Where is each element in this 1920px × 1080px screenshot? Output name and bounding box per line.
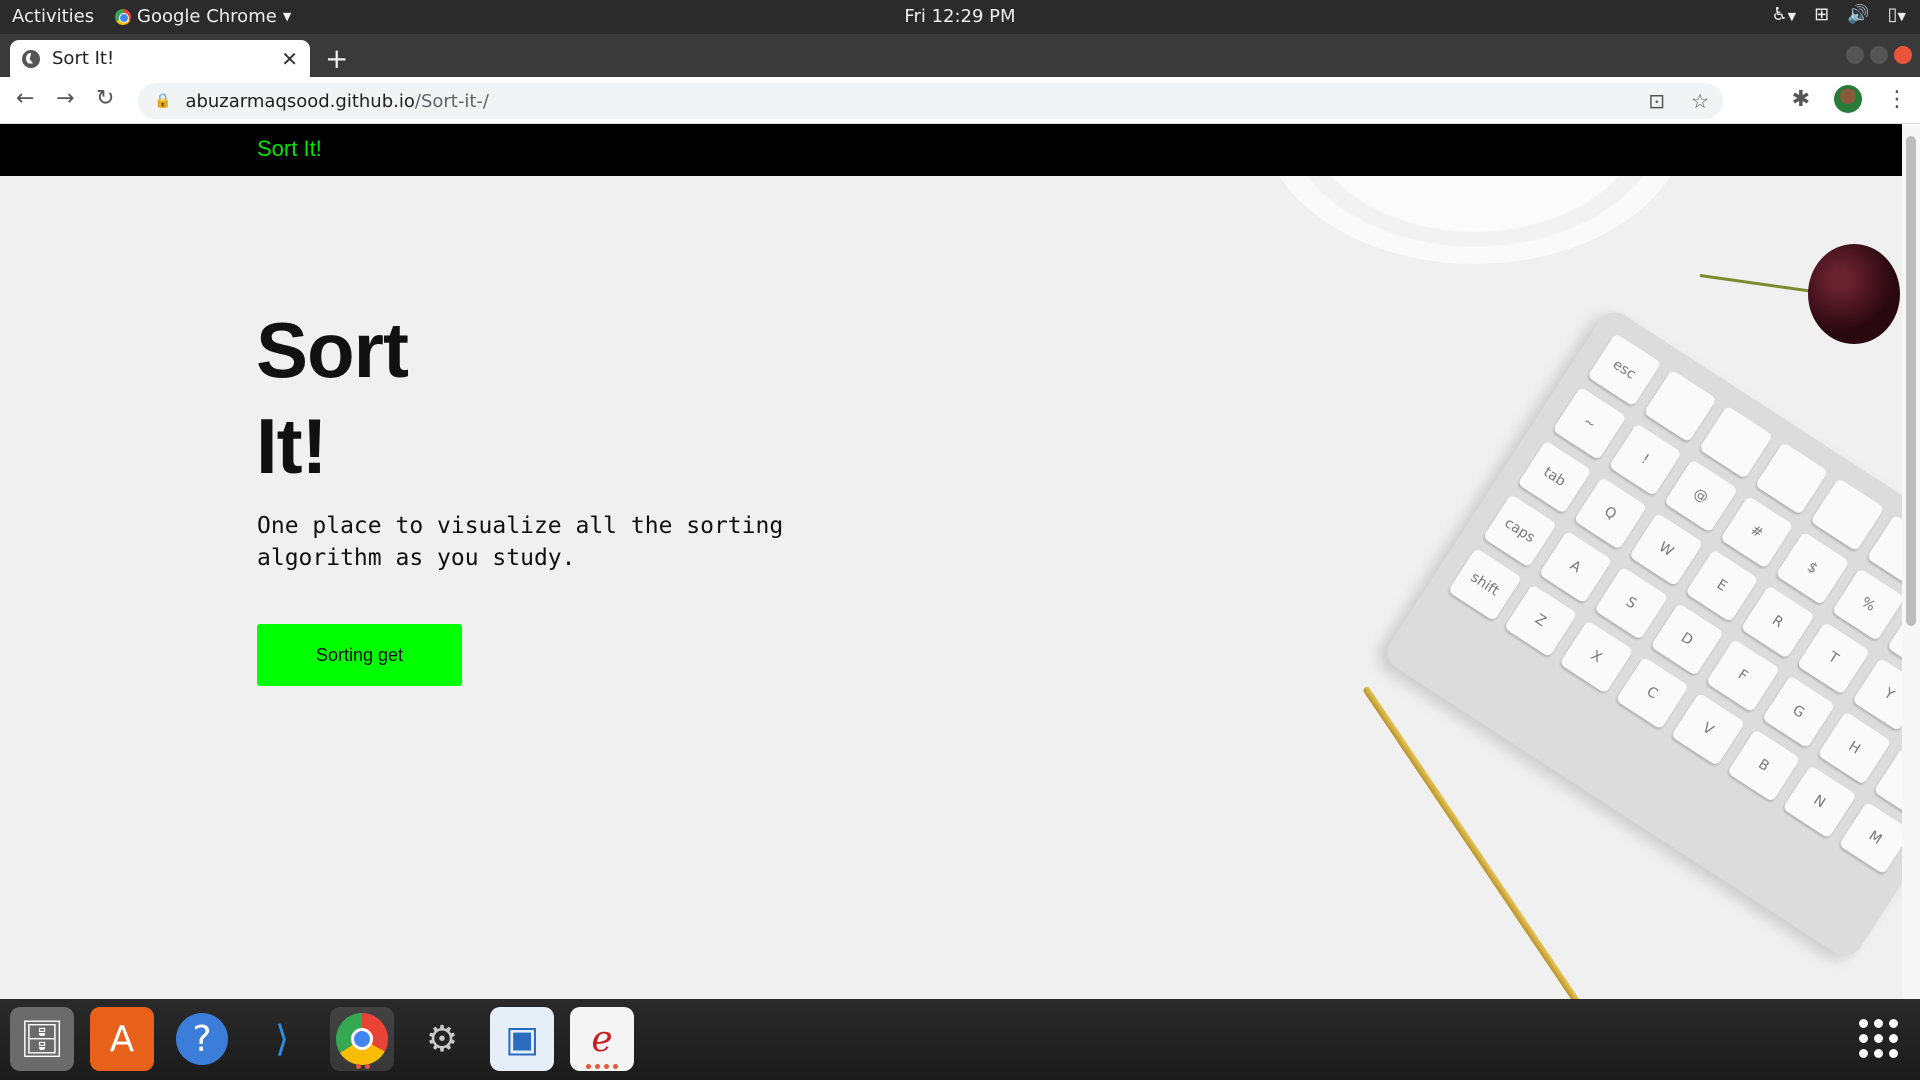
- files-icon[interactable]: 🗄: [10, 1007, 74, 1071]
- reload-icon[interactable]: ↻: [96, 86, 114, 111]
- software-center-icon[interactable]: A: [90, 1007, 154, 1071]
- close-icon[interactable]: ✕: [281, 47, 298, 71]
- translate-icon[interactable]: ⊡: [1648, 89, 1665, 113]
- battery-icon[interactable]: ▯▼: [1888, 4, 1906, 25]
- app-menu[interactable]: Google Chrome ▼: [115, 6, 291, 27]
- show-applications-icon[interactable]: [1859, 1019, 1898, 1058]
- bookmark-star-icon[interactable]: ☆: [1691, 89, 1709, 113]
- web-page: esc ~!@#$%^ tabQWERTY capsASDFGH shiftZX…: [0, 124, 1902, 999]
- hero-title-line1: Sort: [256, 306, 409, 394]
- forward-icon[interactable]: →: [56, 86, 74, 111]
- chrome-icon: [115, 8, 131, 25]
- close-window-button[interactable]: [1894, 46, 1912, 64]
- vscode-icon[interactable]: ⟩: [250, 1007, 314, 1071]
- browser-toolbar: ← → ↻ 🔒 abuzarmaqsood.github.io/Sort-it-…: [0, 77, 1920, 124]
- keyboard-image: esc ~!@#$%^ tabQWERTY capsASDFGH shiftZX…: [1380, 305, 1902, 963]
- help-icon[interactable]: ?: [170, 1007, 234, 1071]
- image-viewer-icon[interactable]: ▣: [490, 1007, 554, 1071]
- globe-icon: [22, 49, 40, 68]
- url-host: abuzarmaqsood.github.io: [185, 90, 415, 112]
- site-brand-link[interactable]: Sort It!: [257, 136, 322, 162]
- page-scrollbar[interactable]: [1902, 124, 1920, 999]
- tab-sort-it[interactable]: Sort It! ✕: [10, 40, 310, 77]
- accessibility-icon[interactable]: ♿▼: [1772, 4, 1797, 25]
- minimize-button[interactable]: [1846, 46, 1864, 64]
- volume-icon[interactable]: 🔊: [1847, 4, 1869, 25]
- new-tab-button[interactable]: +: [325, 42, 348, 75]
- scrollbar-thumb[interactable]: [1906, 136, 1916, 626]
- settings-icon[interactable]: ⚙: [410, 1007, 474, 1071]
- system-tray[interactable]: ♿▼ ⊞ 🔊 ▯▼: [1772, 4, 1907, 25]
- chevron-down-icon: ▼: [282, 10, 292, 23]
- activities-button[interactable]: Activities: [12, 6, 94, 27]
- window-controls: [1846, 46, 1912, 64]
- system-top-bar: Activities Google Chrome ▼ Fri 12:29 PM …: [0, 0, 1920, 34]
- address-bar[interactable]: 🔒 abuzarmaqsood.github.io/Sort-it-/ ⊡ ☆: [138, 83, 1723, 119]
- sorting-get-button[interactable]: Sorting get: [257, 624, 462, 686]
- tab-title: Sort It!: [52, 48, 115, 69]
- hero-title-line2: It!: [256, 402, 328, 490]
- url-path: /Sort-it-/: [414, 90, 489, 112]
- back-icon[interactable]: ←: [16, 86, 34, 111]
- network-icon[interactable]: ⊞: [1814, 4, 1829, 25]
- tab-strip: Sort It! ✕ +: [0, 34, 1920, 77]
- hero-title: Sort It!: [256, 302, 409, 494]
- evince-icon[interactable]: ℯ: [570, 1007, 634, 1071]
- extensions-icon[interactable]: ✱: [1792, 87, 1810, 112]
- clock[interactable]: Fri 12:29 PM: [904, 6, 1015, 27]
- profile-avatar[interactable]: [1834, 85, 1862, 113]
- dock: 🗄 A ? ⟩ ⚙ ▣ ℯ: [0, 999, 1920, 1080]
- menu-kebab-icon[interactable]: ⋮: [1886, 87, 1908, 112]
- lock-icon[interactable]: 🔒: [154, 93, 171, 109]
- chrome-app-icon[interactable]: [330, 1007, 394, 1071]
- hero-subtitle: One place to visualize all the sorting a…: [257, 513, 784, 571]
- maximize-button[interactable]: [1870, 46, 1888, 64]
- cherry-image-2: [1808, 244, 1900, 344]
- app-menu-label: Google Chrome: [137, 6, 277, 27]
- site-navbar: Sort It!: [0, 124, 1902, 176]
